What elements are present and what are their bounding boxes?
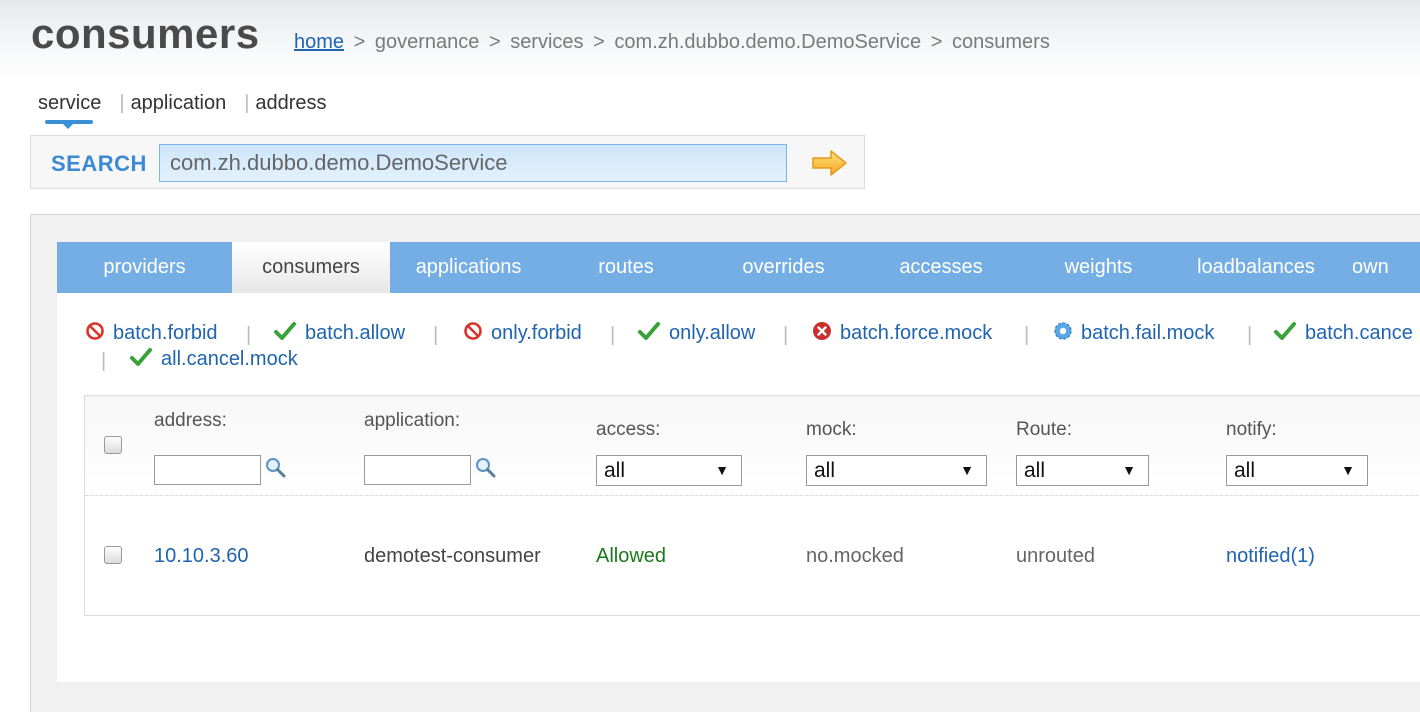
batch-allow-label: batch.allow	[305, 322, 406, 344]
dropdown-arrow-icon: ▼	[960, 462, 974, 478]
route-filter-select[interactable]: all ▼	[1016, 455, 1149, 486]
search-box: SEARCH	[30, 135, 865, 189]
column-header-access: access:	[596, 419, 661, 440]
error-icon	[813, 322, 831, 340]
op-separator: |	[1024, 324, 1030, 346]
consumer-access-status: Allowed	[596, 545, 667, 567]
dropdown-arrow-icon: ▼	[1341, 462, 1355, 478]
column-header-mock: mock:	[806, 419, 857, 440]
table-header: address: application: access: all ▼ mock:…	[85, 396, 1420, 496]
route-filter-value: all	[1024, 459, 1046, 482]
batch-cancel-mock-link[interactable]: batch.cance	[1273, 320, 1413, 346]
notify-filter-value: all	[1234, 459, 1256, 482]
column-header-notify: notify:	[1226, 419, 1277, 440]
dropdown-arrow-icon: ▼	[715, 462, 729, 478]
tab-weights[interactable]: weights	[1020, 242, 1177, 293]
breadcrumb-item-consumers: consumers	[952, 31, 1050, 53]
op-separator: |	[246, 324, 252, 346]
gear-icon	[1054, 322, 1072, 340]
tab-separator: |	[244, 92, 250, 114]
batch-force-mock-label: batch.force.mock	[840, 322, 993, 344]
column-header-route: Route:	[1016, 419, 1072, 440]
dropdown-arrow-icon: ▼	[1122, 462, 1136, 478]
op-separator: |	[610, 324, 616, 346]
tab-consumers[interactable]: consumers	[232, 242, 390, 293]
batch-forbid-link[interactable]: batch.forbid	[85, 320, 218, 346]
search-tab-service[interactable]: service	[38, 92, 101, 114]
breadcrumb-separator: >	[488, 31, 501, 53]
only-forbid-label: only.forbid	[491, 322, 582, 344]
breadcrumb-item-service-name: com.zh.dubbo.demo.DemoService	[614, 31, 922, 53]
consumer-application: demotest-consumer	[364, 545, 541, 567]
mock-filter-select[interactable]: all ▼	[806, 455, 987, 486]
access-filter-select[interactable]: all ▼	[596, 455, 742, 486]
search-go-arrow-icon[interactable]	[811, 148, 849, 178]
check-icon	[1274, 322, 1296, 340]
active-tab-caret	[63, 124, 73, 129]
search-tab-application[interactable]: application	[131, 92, 227, 114]
application-filter-input[interactable]	[364, 455, 471, 485]
consumer-mock-status: no.mocked	[806, 545, 904, 567]
tab-applications[interactable]: applications	[390, 242, 547, 293]
batch-forbid-label: batch.forbid	[113, 322, 218, 344]
breadcrumb-separator: >	[353, 31, 366, 53]
check-icon	[638, 322, 660, 340]
op-separator: |	[783, 324, 789, 346]
batch-cancel-mock-label: batch.cance	[1305, 322, 1413, 344]
consumers-table: address: application: access: all ▼ mock:…	[84, 395, 1420, 616]
breadcrumb-separator: >	[593, 31, 605, 53]
all-cancel-mock-label: all.cancel.mock	[161, 348, 298, 370]
search-icon[interactable]	[264, 456, 288, 480]
tab-providers[interactable]: providers	[57, 242, 232, 293]
forbid-icon	[464, 322, 482, 340]
tab-separator: |	[119, 92, 125, 114]
tab-loadbalances[interactable]: loadbalances	[1177, 242, 1335, 293]
column-header-address: address:	[154, 410, 227, 431]
row-checkbox[interactable]	[104, 546, 122, 564]
batch-force-mock-link[interactable]: batch.force.mock	[812, 320, 992, 346]
access-filter-value: all	[604, 459, 626, 482]
breadcrumb-item-governance: governance	[374, 31, 480, 53]
batch-allow-link[interactable]: batch.allow	[273, 320, 405, 346]
page-title: consumers	[31, 10, 260, 57]
check-icon	[274, 322, 296, 340]
mock-filter-value: all	[814, 459, 836, 482]
search-input[interactable]	[159, 144, 787, 182]
tab-routes[interactable]: routes	[547, 242, 705, 293]
address-filter-input[interactable]	[154, 455, 261, 485]
batch-fail-mock-link[interactable]: batch.fail.mock	[1053, 320, 1214, 346]
search-label: SEARCH	[51, 151, 147, 176]
breadcrumb: home > governance > services > com.zh.du…	[294, 31, 1050, 54]
select-all-checkbox[interactable]	[104, 436, 122, 454]
op-separator: |	[1247, 324, 1253, 346]
notify-filter-select[interactable]: all ▼	[1226, 455, 1368, 486]
search-icon[interactable]	[474, 456, 498, 480]
search-type-tabs: service | application | address	[38, 92, 327, 115]
breadcrumb-home-link[interactable]: home	[294, 31, 344, 53]
breadcrumb-separator: >	[930, 31, 943, 53]
batch-fail-mock-label: batch.fail.mock	[1081, 322, 1215, 344]
breadcrumb-item-services: services	[510, 31, 584, 53]
op-separator: |	[433, 324, 439, 346]
consumer-address-link[interactable]: 10.10.3.60	[154, 545, 249, 568]
search-tab-address[interactable]: address	[255, 92, 326, 114]
only-forbid-link[interactable]: only.forbid	[463, 320, 582, 346]
tab-accesses[interactable]: accesses	[862, 242, 1020, 293]
all-cancel-mock-link[interactable]: all.cancel.mock	[129, 346, 298, 372]
forbid-icon	[86, 322, 104, 340]
service-nav-tabs: providers consumers applications routes …	[57, 242, 1420, 293]
only-allow-label: only.allow	[669, 322, 756, 344]
tab-overrides[interactable]: overrides	[705, 242, 862, 293]
column-header-application: application:	[364, 410, 461, 431]
consumer-route-status: unrouted	[1016, 545, 1095, 567]
op-separator: |	[101, 350, 107, 372]
check-icon	[130, 348, 152, 366]
consumer-notify-link[interactable]: notified(1)	[1226, 545, 1315, 568]
only-allow-link[interactable]: only.allow	[637, 320, 755, 346]
tab-owners[interactable]: own	[1335, 242, 1420, 293]
